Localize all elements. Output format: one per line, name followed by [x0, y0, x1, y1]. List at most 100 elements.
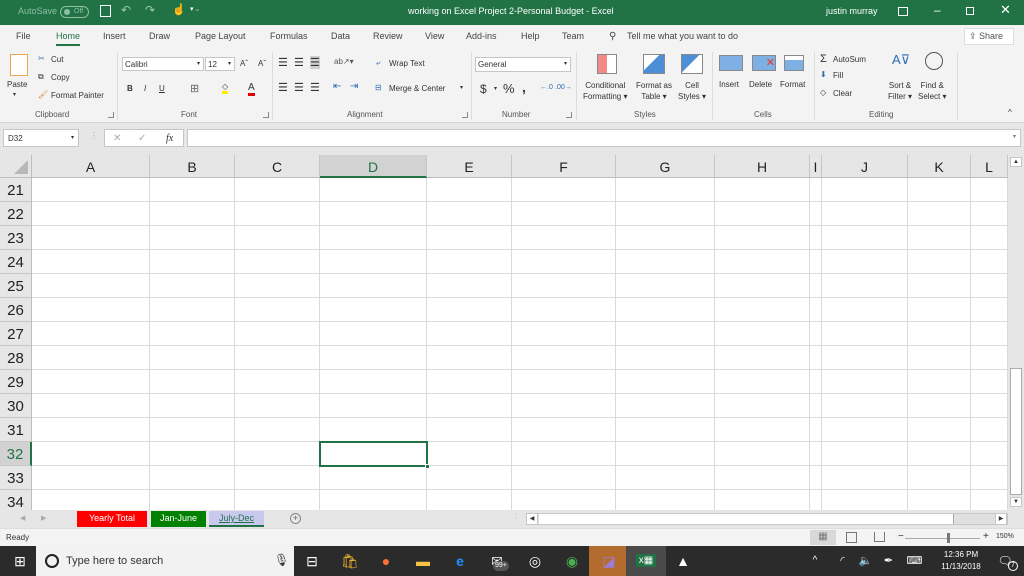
- zoom-out-button[interactable]: −: [898, 531, 904, 542]
- row-header-27[interactable]: 27: [0, 322, 32, 346]
- tab-draw[interactable]: Draw: [149, 31, 170, 41]
- column-header-j[interactable]: J: [822, 155, 908, 178]
- column-header-a[interactable]: A: [32, 155, 150, 178]
- page-layout-view-icon[interactable]: [846, 532, 857, 543]
- vertical-scroll-thumb[interactable]: [1010, 368, 1022, 495]
- column-header-g[interactable]: G: [616, 155, 715, 178]
- increase-decimal-icon[interactable]: ←.0: [540, 84, 553, 91]
- number-format-select[interactable]: General ▾: [475, 57, 571, 72]
- comma-button[interactable]: ,: [522, 79, 526, 95]
- increase-indent-icon[interactable]: ⇥: [350, 81, 358, 92]
- fill-color-icon[interactable]: ◇: [222, 82, 229, 94]
- vertical-scrollbar[interactable]: ▲ ▼: [1008, 155, 1024, 510]
- row-header-31[interactable]: 31: [0, 418, 32, 442]
- zoom-slider-track[interactable]: [905, 538, 980, 539]
- align-center-icon[interactable]: ☰: [294, 81, 304, 94]
- cut-button[interactable]: Cut: [51, 55, 63, 64]
- wrap-text-button[interactable]: Wrap Text: [389, 59, 425, 68]
- bold-button[interactable]: B: [127, 84, 133, 93]
- column-header-c[interactable]: C: [235, 155, 320, 178]
- scroll-down-icon[interactable]: ▼: [1010, 497, 1022, 507]
- row-header-33[interactable]: 33: [0, 466, 32, 490]
- touch-keyboard-icon[interactable]: ⌨: [902, 546, 927, 576]
- find-select-button[interactable]: Find & Select ▾: [918, 80, 946, 102]
- collapse-ribbon-icon[interactable]: ^: [1008, 108, 1012, 117]
- alignment-launcher-icon[interactable]: [462, 112, 468, 118]
- copy-button[interactable]: Copy: [51, 73, 70, 82]
- column-header-f[interactable]: F: [512, 155, 616, 178]
- scroll-left-icon[interactable]: ◀: [527, 514, 538, 524]
- row-header-26[interactable]: 26: [0, 298, 32, 322]
- firefox-icon[interactable]: ●: [366, 546, 406, 576]
- restore-icon[interactable]: [966, 7, 974, 15]
- align-right-icon[interactable]: ☰: [310, 81, 320, 94]
- decrease-decimal-icon[interactable]: .00→: [555, 84, 572, 91]
- delete-cells-button[interactable]: Delete: [749, 80, 772, 89]
- decrease-indent-icon[interactable]: ⇤: [333, 81, 341, 92]
- paste-button[interactable]: Paste: [7, 80, 27, 89]
- paste-icon[interactable]: [10, 54, 28, 76]
- sheet-tab-yearly-total[interactable]: Yearly Total: [77, 511, 147, 527]
- enter-icon[interactable]: ✓: [138, 133, 146, 144]
- customize-qat-icon[interactable]: ▾ ₌: [190, 5, 199, 13]
- fill-handle[interactable]: [425, 464, 430, 469]
- pen-icon[interactable]: ✒: [876, 546, 901, 576]
- sort-filter-button[interactable]: Sort & Filter ▾: [888, 80, 912, 102]
- row-header-28[interactable]: 28: [0, 346, 32, 370]
- row-header-30[interactable]: 30: [0, 394, 32, 418]
- horizontal-scrollbar[interactable]: ◀: [526, 513, 1008, 525]
- font-color-button[interactable]: A: [248, 82, 255, 96]
- minimize-icon[interactable]: –: [934, 3, 941, 17]
- scroll-up-icon[interactable]: ▲: [1010, 157, 1022, 167]
- insert-cells-button[interactable]: Insert: [719, 80, 739, 89]
- autosum-button[interactable]: AutoSum: [833, 55, 866, 64]
- number-launcher-icon[interactable]: [566, 112, 572, 118]
- zoom-level[interactable]: 150%: [996, 533, 1014, 540]
- font-name-select[interactable]: Calibri ▾: [122, 57, 204, 71]
- format-painter-button[interactable]: Format Painter: [51, 91, 104, 100]
- format-as-table-button[interactable]: Format as Table ▾: [636, 80, 672, 102]
- column-header-k[interactable]: K: [908, 155, 971, 178]
- tab-insert[interactable]: Insert: [103, 31, 126, 41]
- tab-help[interactable]: Help: [521, 31, 540, 41]
- close-icon[interactable]: ✕: [1000, 2, 1011, 18]
- ribbon-display-options-icon[interactable]: [898, 7, 908, 16]
- currency-dropdown-icon[interactable]: ▾: [494, 85, 497, 92]
- underline-button[interactable]: U: [159, 84, 165, 93]
- top-align-icon[interactable]: ☰: [278, 56, 288, 69]
- new-sheet-button[interactable]: +: [290, 513, 301, 524]
- paste-dropdown-icon[interactable]: ▾: [13, 91, 16, 98]
- tab-view[interactable]: View: [425, 31, 444, 41]
- autosave-toggle[interactable]: Off: [60, 6, 89, 18]
- undo-icon[interactable]: ↶: [121, 3, 131, 17]
- scroll-right-icon[interactable]: ▶: [995, 513, 1007, 525]
- taskbar-search-box[interactable]: Type here to search 🎙: [36, 546, 294, 576]
- clock[interactable]: 12:36 PM 11/13/2018: [936, 549, 986, 573]
- grow-font-button[interactable]: Aˆ: [240, 59, 248, 68]
- tab-team[interactable]: Team: [562, 31, 584, 41]
- orientation-icon[interactable]: ab↗▾: [334, 57, 354, 66]
- tab-review[interactable]: Review: [373, 31, 403, 41]
- normal-view-icon[interactable]: ▦: [810, 530, 836, 545]
- row-header-24[interactable]: 24: [0, 250, 32, 274]
- tab-split-handle[interactable]: ⋮: [512, 513, 520, 522]
- merge-center-button[interactable]: Merge & Center: [389, 84, 445, 93]
- redo-icon[interactable]: ↷: [145, 3, 155, 17]
- next-sheet-icon[interactable]: ▶: [41, 514, 46, 522]
- microphone-icon[interactable]: 🎙: [274, 553, 289, 567]
- excel-taskbar-icon[interactable]: x▦: [626, 546, 666, 576]
- shrink-font-button[interactable]: Aˇ: [258, 59, 266, 68]
- formula-input[interactable]: ▾: [187, 129, 1021, 147]
- page-break-view-icon[interactable]: [874, 532, 885, 542]
- row-header-21[interactable]: 21: [0, 178, 32, 202]
- currency-button[interactable]: $: [480, 82, 487, 96]
- sheet-tab-jan-june[interactable]: Jan-June: [151, 511, 206, 527]
- task-view-icon[interactable]: ⊟: [292, 546, 332, 576]
- tab-page-layout[interactable]: Page Layout: [195, 31, 246, 41]
- tab-file[interactable]: File: [16, 31, 31, 41]
- webcam-icon[interactable]: ◎: [515, 546, 555, 576]
- tab-formulas[interactable]: Formulas: [270, 31, 308, 41]
- conditional-formatting-button[interactable]: Conditional Formatting ▾: [583, 80, 627, 102]
- share-button[interactable]: ⇪ Share: [964, 28, 1014, 45]
- select-all-button[interactable]: [0, 155, 32, 178]
